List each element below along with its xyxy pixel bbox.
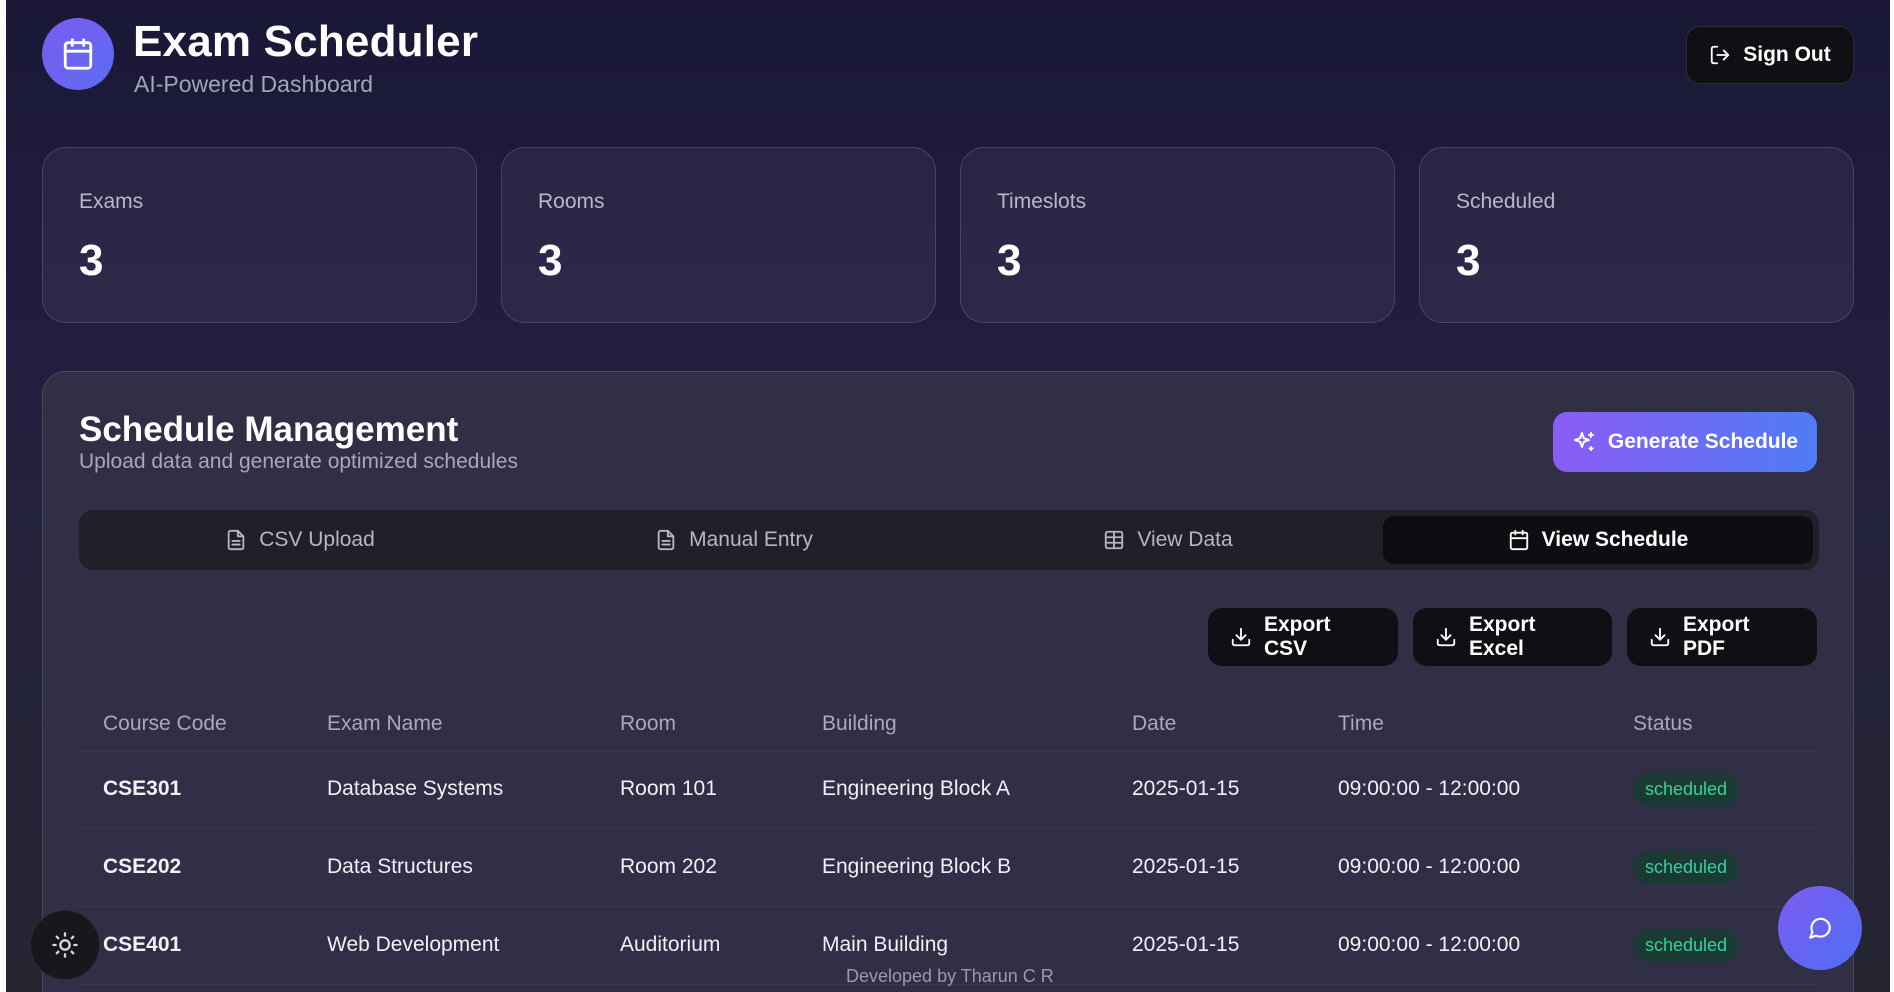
download-icon: [1649, 626, 1671, 648]
export-label: Export Excel: [1469, 613, 1536, 660]
export-label: Export CSV: [1264, 613, 1331, 660]
stat-card-scheduled: Scheduled 3: [1419, 147, 1854, 323]
theme-toggle-button[interactable]: [30, 910, 100, 980]
date-cell: 2025-01-15: [1108, 750, 1314, 829]
sun-icon: [51, 931, 79, 959]
app-title: Exam Scheduler: [133, 17, 479, 66]
stat-value: 3: [79, 236, 104, 285]
tab-bar: CSV Upload Manual Entry View Data View S…: [79, 510, 1819, 570]
schedule-management-panel: Schedule Management Upload data and gene…: [42, 371, 1854, 992]
file-text-icon: [225, 529, 247, 551]
file-text-icon: [655, 529, 677, 551]
status-badge: scheduled: [1633, 928, 1740, 962]
calendar-icon: [1508, 529, 1530, 551]
panel-title: Schedule Management: [79, 410, 459, 449]
schedule-table: Course Code Exam Name Room Building Date…: [79, 698, 1819, 985]
generate-schedule-button[interactable]: Generate Schedule: [1553, 412, 1817, 472]
tab-label: View Data: [1137, 528, 1233, 551]
time-cell: 09:00:00 - 12:00:00: [1314, 906, 1609, 985]
stat-label: Rooms: [538, 190, 605, 213]
panel-subtitle: Upload data and generate optimized sched…: [79, 450, 518, 473]
course-code-cell: CSE301: [79, 750, 303, 829]
chat-assistant-button[interactable]: [1778, 886, 1862, 970]
sparkles-icon: [1572, 430, 1596, 454]
status-badge: scheduled: [1633, 772, 1740, 806]
stats-row: Exams 3 Rooms 3 Timeslots 3 Scheduled 3: [42, 147, 1854, 323]
tab-csv-upload[interactable]: CSV Upload: [85, 516, 515, 564]
course-code-cell: CSE202: [79, 828, 303, 907]
column-header: Date: [1108, 698, 1314, 751]
export-excel-button[interactable]: Export Excel: [1413, 608, 1612, 666]
building-cell: Engineering Block A: [798, 750, 1108, 829]
header: Exam Scheduler AI-Powered Dashboard Sign…: [42, 18, 1854, 98]
export-pdf-button[interactable]: Export PDF: [1627, 608, 1817, 666]
course-code-cell: CSE401: [79, 906, 303, 985]
app-subtitle: AI-Powered Dashboard: [134, 71, 374, 97]
download-icon: [1435, 626, 1457, 648]
tab-view-data[interactable]: View Data: [953, 516, 1383, 564]
column-header: Room: [596, 698, 798, 751]
stat-card-rooms: Rooms 3: [501, 147, 936, 323]
status-cell: scheduled: [1609, 750, 1819, 829]
column-header: Building: [798, 698, 1108, 751]
time-cell: 09:00:00 - 12:00:00: [1314, 750, 1609, 829]
export-label: Export PDF: [1683, 613, 1750, 660]
stat-value: 3: [1456, 236, 1481, 285]
table-icon: [1103, 529, 1125, 551]
time-cell: 09:00:00 - 12:00:00: [1314, 828, 1609, 907]
tab-label: View Schedule: [1541, 528, 1689, 551]
column-header: Time: [1314, 698, 1609, 751]
tab-label: CSV Upload: [259, 528, 375, 551]
app-root: Exam Scheduler AI-Powered Dashboard Sign…: [6, 0, 1890, 992]
table-row: CSE301 Database Systems Room 101 Enginee…: [79, 750, 1819, 829]
generate-schedule-label: Generate Schedule: [1607, 430, 1799, 453]
stat-label: Scheduled: [1456, 190, 1556, 213]
table-header-row: Course Code Exam Name Room Building Date…: [79, 698, 1819, 751]
tab-view-schedule[interactable]: View Schedule: [1383, 516, 1813, 564]
tab-label: Manual Entry: [689, 528, 813, 551]
tab-manual-entry[interactable]: Manual Entry: [519, 516, 949, 564]
message-circle-icon: [1807, 915, 1833, 941]
stat-label: Timeslots: [997, 190, 1087, 213]
table-row: CSE202 Data Structures Room 202 Engineer…: [79, 828, 1819, 907]
date-cell: 2025-01-15: [1108, 906, 1314, 985]
exam-name-cell: Database Systems: [303, 750, 596, 829]
footer-credit: Developed by Tharun C R: [846, 966, 1054, 986]
stat-value: 3: [538, 236, 563, 285]
room-cell: Auditorium: [596, 906, 798, 985]
stat-value: 3: [997, 236, 1022, 285]
building-cell: Engineering Block B: [798, 828, 1108, 907]
room-cell: Room 202: [596, 828, 798, 907]
calendar-icon: [42, 18, 114, 90]
exam-name-cell: Web Development: [303, 906, 596, 985]
status-cell: scheduled: [1609, 828, 1819, 907]
room-cell: Room 101: [596, 750, 798, 829]
export-csv-button[interactable]: Export CSV: [1208, 608, 1398, 666]
sign-out-label: Sign Out: [1743, 43, 1831, 66]
column-header: Status: [1609, 698, 1819, 751]
stat-card-timeslots: Timeslots 3: [960, 147, 1395, 323]
stat-card-exams: Exams 3: [42, 147, 477, 323]
column-header: Course Code: [79, 698, 303, 751]
log-out-icon: [1709, 44, 1731, 66]
export-actions: Export CSV Export Excel Export PDF: [1208, 608, 1817, 666]
download-icon: [1230, 626, 1252, 648]
status-badge: scheduled: [1633, 850, 1740, 884]
sign-out-button[interactable]: Sign Out: [1686, 26, 1854, 84]
exam-name-cell: Data Structures: [303, 828, 596, 907]
column-header: Exam Name: [303, 698, 596, 751]
date-cell: 2025-01-15: [1108, 828, 1314, 907]
stat-label: Exams: [79, 190, 144, 213]
